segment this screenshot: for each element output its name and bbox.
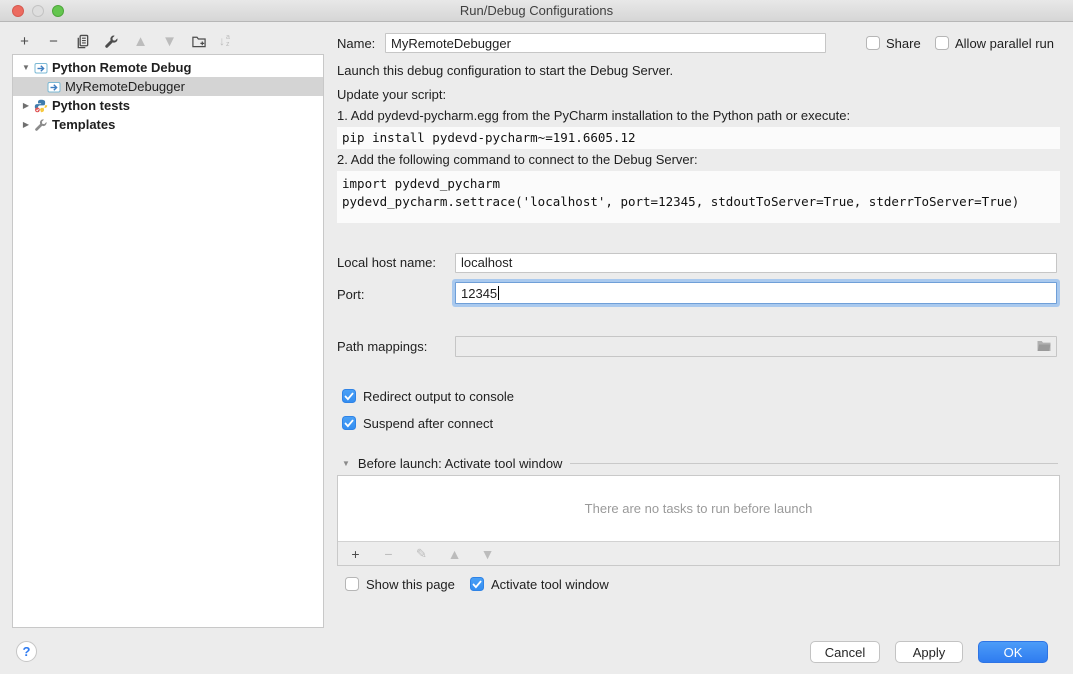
create-folder-icon[interactable] [190, 33, 207, 50]
wrench-icon [34, 118, 48, 132]
port-value: 12345 [461, 286, 497, 301]
share-label: Share [886, 36, 921, 51]
ok-button[interactable]: OK [978, 641, 1048, 663]
path-mappings-label: Path mappings: [337, 339, 427, 354]
help-button[interactable]: ? [16, 641, 37, 662]
move-down-button[interactable]: ▼ [161, 33, 178, 50]
pip-install-code[interactable]: pip install pydevd-pycharm~=191.6605.12 [337, 127, 1060, 149]
remote-debug-icon [34, 61, 48, 75]
allow-parallel-run-label: Allow parallel run [955, 36, 1054, 51]
tree-item-label: Python tests [52, 98, 130, 113]
title-bar: Run/Debug Configurations [0, 0, 1073, 22]
tree-item-label: Python Remote Debug [52, 60, 191, 75]
remove-configuration-button[interactable]: − [45, 33, 62, 50]
port-row: Port: 12345 [337, 281, 1060, 307]
redirect-output-label: Redirect output to console [363, 389, 514, 404]
tree-item-python-tests[interactable]: ▶ Python tests [13, 96, 323, 115]
move-up-button[interactable]: ▲ [132, 33, 149, 50]
show-this-page-label: Show this page [366, 577, 455, 592]
copy-configuration-icon[interactable] [74, 33, 91, 50]
suspend-after-connect-checkbox[interactable] [342, 416, 356, 430]
edit-templates-wrench-icon[interactable] [103, 33, 120, 50]
tree-item-label: MyRemoteDebugger [65, 79, 185, 94]
collapse-triangle-icon[interactable]: ▼ [342, 459, 350, 468]
path-mappings-row: Path mappings: [337, 336, 1060, 357]
local-host-row: Local host name: [337, 252, 1060, 273]
configurations-toolbar: + − ▲ ▼ ↓ az [16, 30, 230, 52]
step2-text: 2. Add the following command to connect … [337, 152, 698, 167]
suspend-after-connect-label: Suspend after connect [363, 416, 493, 431]
text-caret [498, 286, 499, 300]
port-input[interactable]: 12345 [455, 282, 1057, 304]
configurations-tree: ▼ Python Remote Debug MyRemoteDebugger ▶… [12, 54, 324, 628]
empty-task-list-text: There are no tasks to run before launch [338, 476, 1059, 541]
check-icon [472, 580, 482, 589]
apply-button[interactable]: Apply [895, 641, 963, 663]
name-input[interactable] [385, 33, 826, 53]
before-launch-title: Before launch: Activate tool window [358, 456, 563, 471]
port-label: Port: [337, 287, 364, 302]
suspend-after-connect-row: Suspend after connect [337, 415, 737, 431]
tree-item-templates[interactable]: ▶ Templates [13, 115, 323, 134]
chevron-collapsed-icon[interactable]: ▶ [21, 101, 31, 110]
allow-parallel-run-checkbox[interactable] [935, 36, 949, 50]
tree-item-myremotedebugger[interactable]: MyRemoteDebugger [13, 77, 323, 96]
remove-task-button[interactable]: − [380, 545, 397, 562]
python-icon [34, 99, 48, 113]
name-row: Name: Share Allow parallel run [337, 33, 1060, 53]
settrace-code-line1: import pydevd_pycharm [342, 175, 1055, 193]
path-mappings-input[interactable] [455, 336, 1057, 357]
tree-item-python-remote-debug[interactable]: ▼ Python Remote Debug [13, 58, 323, 77]
task-list-toolbar: + − ✎ ▲ ▼ [338, 541, 1059, 565]
move-task-up-button[interactable]: ▲ [446, 545, 463, 562]
sort-configurations-icon[interactable]: ↓ az [219, 34, 230, 48]
activate-tool-window-checkbox[interactable] [470, 577, 484, 591]
check-icon [344, 419, 354, 428]
remote-debug-icon [47, 80, 61, 94]
local-host-input[interactable] [455, 253, 1057, 273]
cancel-button[interactable]: Cancel [810, 641, 880, 663]
name-label: Name: [337, 36, 375, 51]
check-icon [344, 392, 354, 401]
separator-line [570, 463, 1058, 464]
bottom-options-row: Show this page Activate tool window [337, 576, 1060, 592]
settrace-code[interactable]: import pydevd_pycharm pydevd_pycharm.set… [337, 171, 1060, 223]
add-configuration-button[interactable]: + [16, 33, 33, 50]
edit-task-pencil-icon[interactable]: ✎ [413, 545, 430, 562]
activate-tool-window-label: Activate tool window [491, 577, 609, 592]
redirect-output-checkbox[interactable] [342, 389, 356, 403]
show-this-page-checkbox[interactable] [345, 577, 359, 591]
update-script-text: Update your script: [337, 87, 446, 102]
move-task-down-button[interactable]: ▼ [479, 545, 496, 562]
local-host-label: Local host name: [337, 255, 436, 270]
launch-instruction-text: Launch this debug configuration to start… [337, 63, 673, 78]
chevron-expanded-icon[interactable]: ▼ [21, 63, 31, 72]
redirect-output-row: Redirect output to console [337, 388, 737, 404]
window-title: Run/Debug Configurations [0, 3, 1073, 18]
before-launch-task-list: There are no tasks to run before launch … [337, 475, 1060, 566]
chevron-collapsed-icon[interactable]: ▶ [21, 120, 31, 129]
before-launch-header[interactable]: ▼ Before launch: Activate tool window [337, 455, 1060, 471]
browse-folder-icon[interactable] [1036, 339, 1052, 356]
step1-text: 1. Add pydevd-pycharm.egg from the PyCha… [337, 108, 850, 123]
settrace-code-line2: pydevd_pycharm.settrace('localhost', por… [342, 193, 1055, 211]
share-checkbox[interactable] [866, 36, 880, 50]
add-task-button[interactable]: + [347, 545, 364, 562]
tree-item-label: Templates [52, 117, 115, 132]
